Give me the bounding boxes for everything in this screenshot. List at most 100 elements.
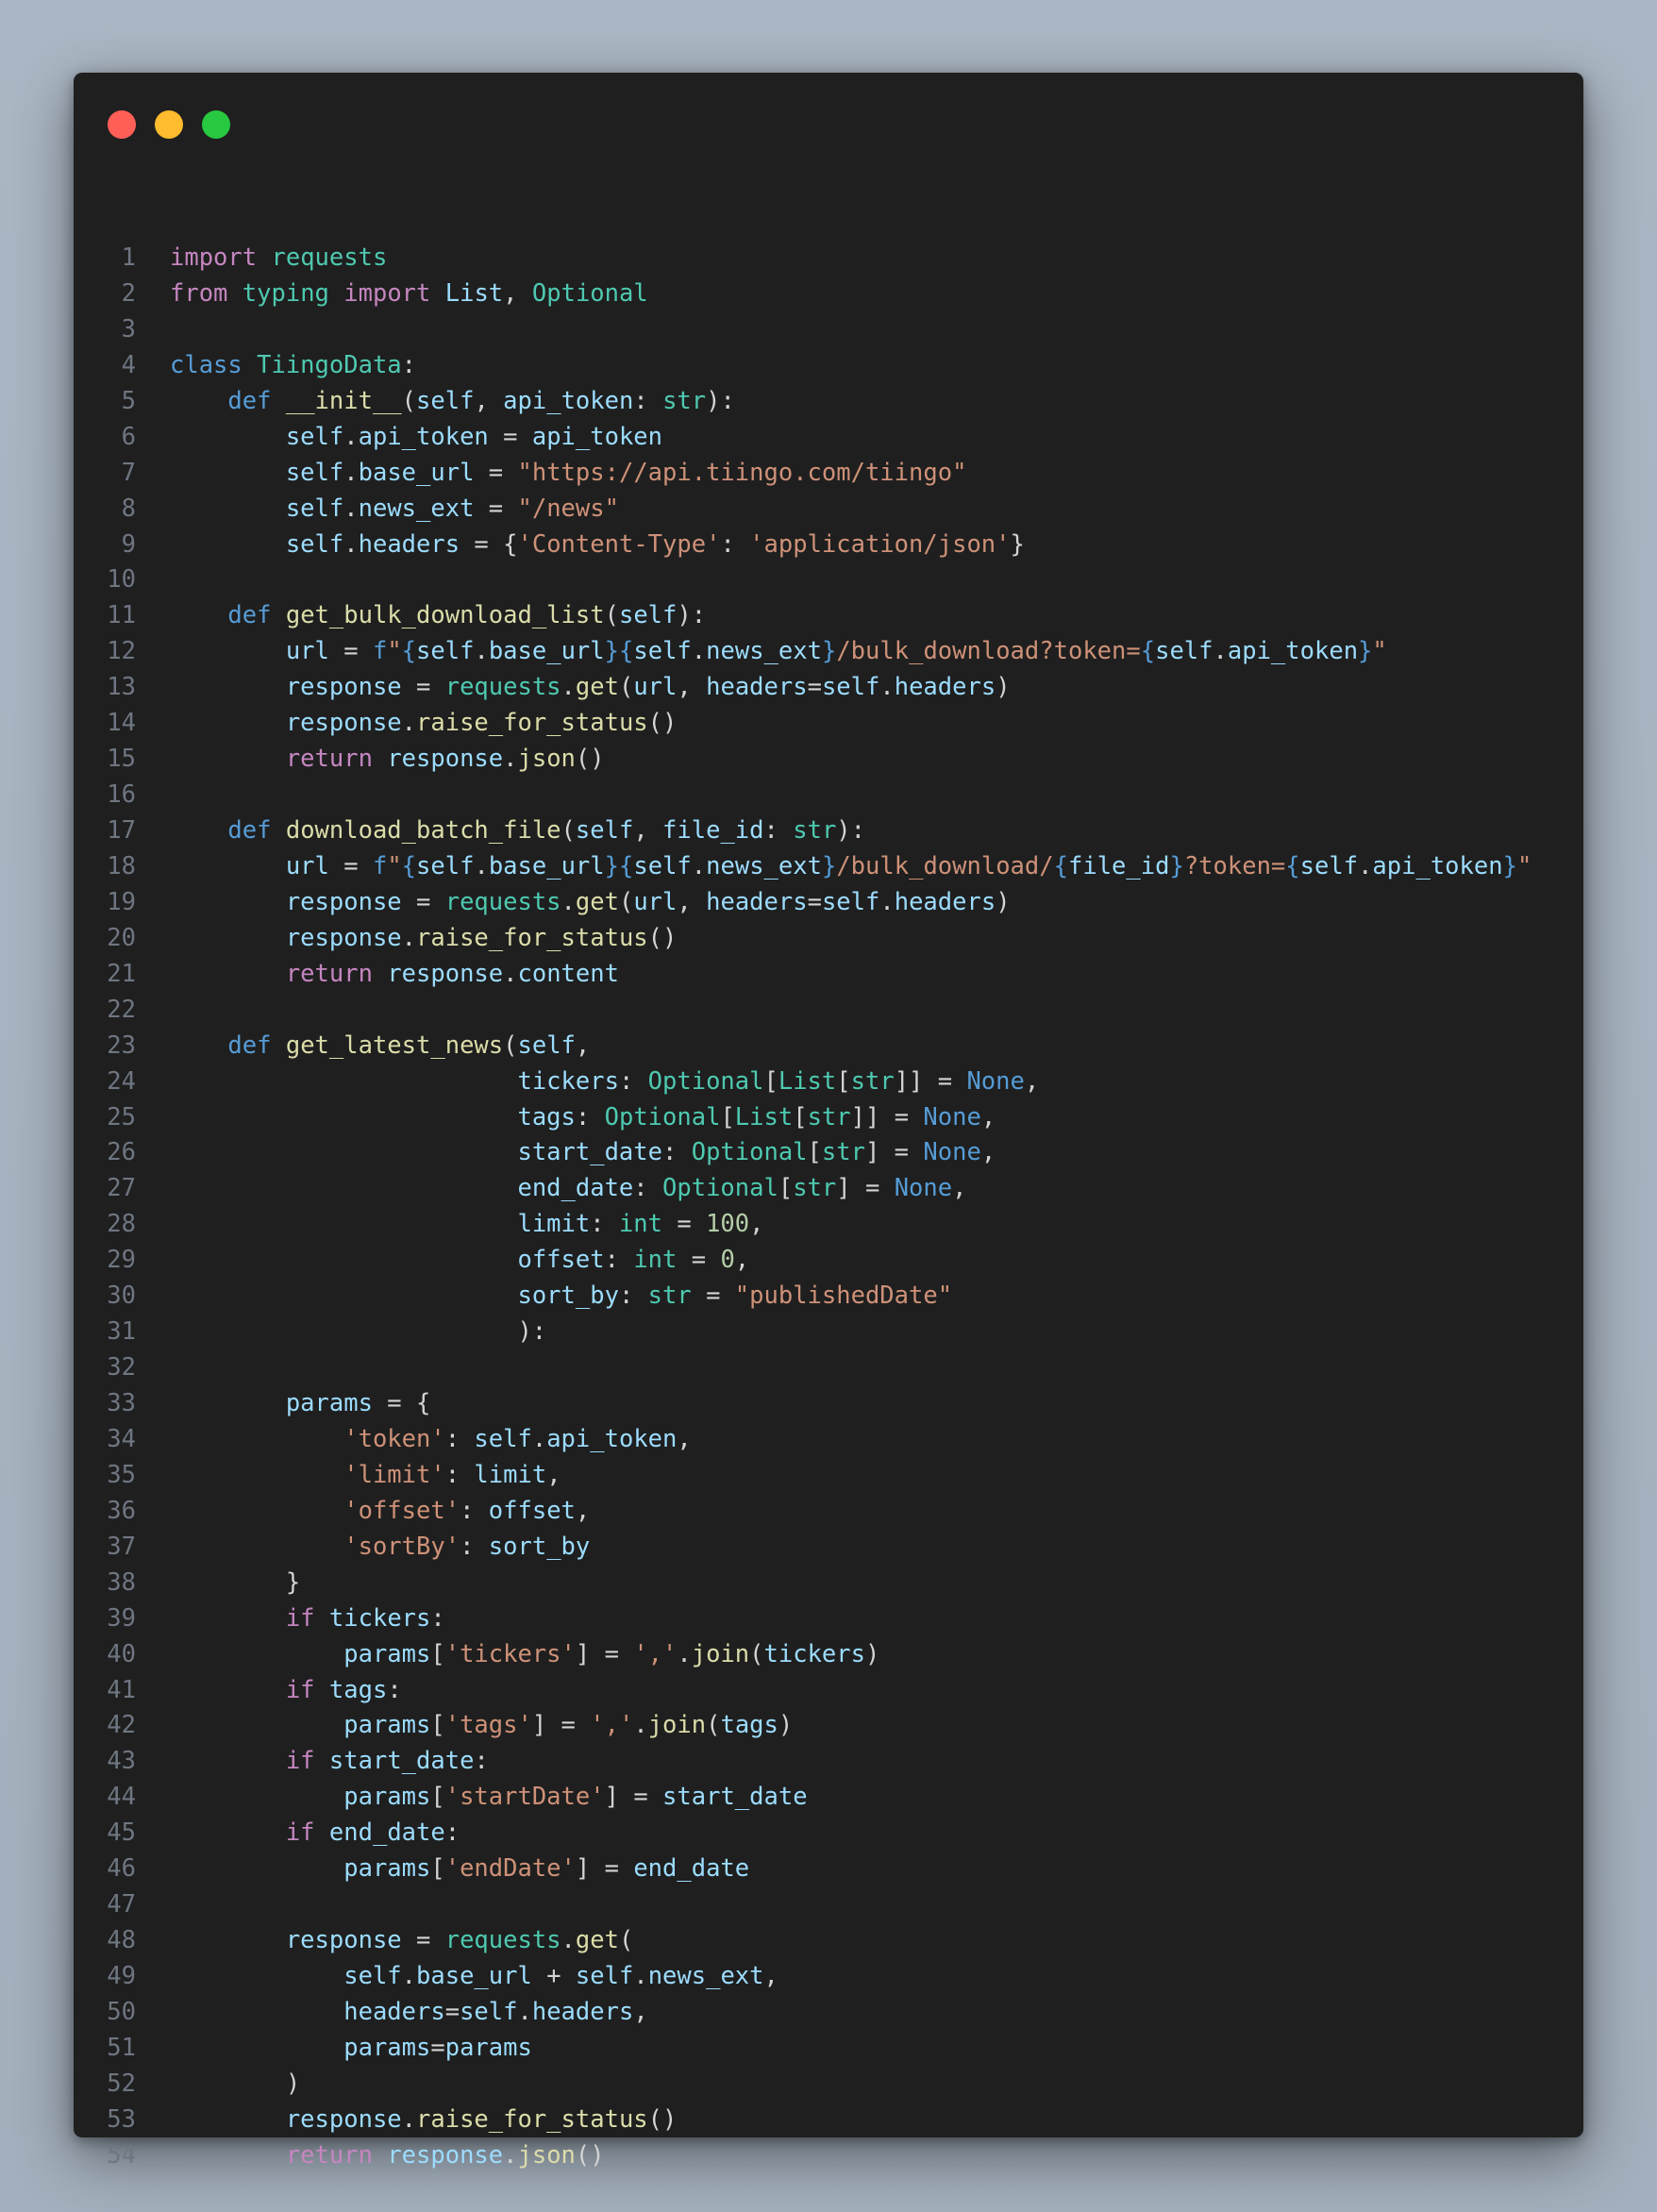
code-token: self	[575, 1962, 634, 1990]
code-token: None	[966, 1066, 1025, 1096]
code-token: .	[503, 959, 518, 988]
line-source: )	[170, 2067, 300, 2103]
code-token: self	[633, 851, 692, 880]
code-token: int	[633, 1246, 678, 1275]
code-token: news_ext	[647, 1962, 764, 1990]
code-token: ,	[763, 1962, 778, 1990]
line-number: 38	[107, 1567, 136, 1597]
code-token: (	[503, 1031, 518, 1060]
code-token: "publishedDate"	[734, 1282, 953, 1311]
line-number: 22	[107, 995, 136, 1024]
code-token: ,	[1024, 1066, 1040, 1096]
code-window: 1 import requests 2 from typing import List…	[74, 73, 1583, 2170]
code-token: .	[401, 2104, 417, 2134]
code-token: =	[328, 637, 373, 666]
code-token: limit	[474, 1460, 547, 1489]
code-token: end_date	[633, 1854, 750, 1884]
code-token: [	[720, 1102, 735, 1131]
code-token: 'startDate'	[444, 1783, 605, 1812]
code-token: int	[618, 1210, 663, 1239]
code-token: .	[401, 1962, 417, 1990]
line-number: 11	[107, 601, 136, 630]
code-token: 'application/json'	[749, 529, 1011, 559]
code-token: /bulk_download?token=	[836, 637, 1141, 666]
code-token: =	[807, 887, 822, 916]
code-token: requests	[271, 243, 388, 272]
line-number: 42	[107, 1711, 136, 1740]
code-token: :	[401, 350, 417, 379]
code-token: =	[430, 2033, 445, 2062]
code-token: ] =	[531, 1711, 591, 1740]
code-token: :	[590, 1210, 619, 1239]
code-token: )	[778, 1711, 794, 1740]
line-number: 31	[107, 1317, 136, 1347]
code-token: params	[343, 2033, 431, 2062]
line-number: 4	[121, 350, 136, 379]
code-token: =	[474, 494, 518, 523]
code-token: def	[227, 1031, 272, 1060]
code-token: {	[401, 637, 417, 666]
code-token: "	[387, 637, 402, 666]
code-token: :	[460, 1532, 489, 1561]
code-token: [	[763, 1066, 778, 1096]
code-token: "https://api.tiingo.com/tiingo"	[517, 458, 967, 487]
code-token: =	[691, 1282, 735, 1311]
code-token: .	[561, 887, 576, 916]
code-token: :	[575, 1102, 605, 1131]
code-token: headers	[894, 887, 996, 916]
code-token: [	[430, 1854, 445, 1884]
minimize-window-icon[interactable]	[155, 110, 183, 139]
code-token: get	[575, 1926, 619, 1955]
code-token: tags	[517, 1102, 576, 1131]
code-token: requests	[444, 887, 561, 916]
code-token: str	[647, 1282, 692, 1311]
code-token: .	[474, 637, 489, 666]
code-token: .	[401, 923, 417, 952]
code-token: return	[285, 745, 373, 774]
line-source: 'token': self.api_token,	[170, 1422, 692, 1458]
code-token: params	[343, 1639, 431, 1668]
code-token: .	[503, 2140, 518, 2170]
code-token: ):	[170, 1317, 547, 1347]
code-token: .	[474, 851, 489, 880]
code-token: :	[474, 1747, 489, 1776]
code-token: join	[691, 1639, 750, 1668]
code-token: {	[401, 851, 417, 880]
code-token: download_batch_file	[285, 816, 561, 845]
code-token: response	[387, 745, 504, 774]
line-source: response.raise_for_status()	[170, 706, 678, 742]
code-token: response	[387, 2140, 504, 2170]
code-token: {	[1285, 851, 1300, 880]
code-token: requests	[444, 673, 561, 702]
code-token: Optional	[531, 278, 648, 308]
line-source: if end_date:	[170, 1816, 460, 1852]
line-number: 2	[121, 278, 136, 308]
line-source: response = requests.get(url, headers=sel…	[170, 670, 1011, 706]
line-source: start_date: Optional[str] = None,	[170, 1135, 996, 1171]
code-token: 'limit'	[343, 1460, 445, 1489]
maximize-window-icon[interactable]	[202, 110, 230, 139]
code-token: response	[285, 923, 402, 952]
code-token: = {	[460, 529, 518, 559]
code-token: .	[633, 1711, 648, 1740]
code-token: params	[285, 1389, 373, 1417]
code-token: ()	[647, 2104, 678, 2134]
code-token: List	[444, 278, 504, 308]
code-token: ,	[633, 816, 663, 845]
close-window-icon[interactable]	[108, 110, 136, 139]
code-token: Optional	[662, 1174, 778, 1203]
line-source: self.news_ext = "/news"	[170, 492, 619, 528]
code-token: .	[1358, 851, 1373, 880]
